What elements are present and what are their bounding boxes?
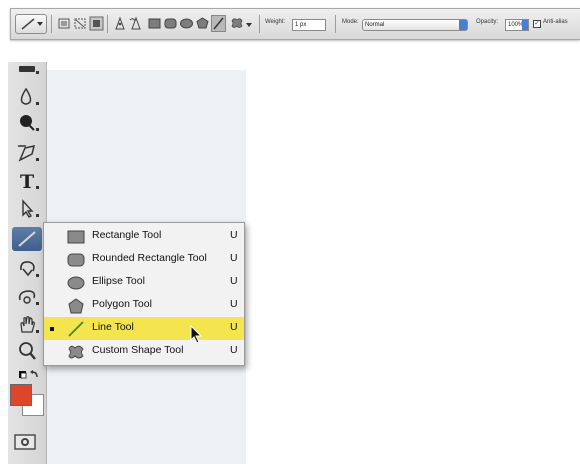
menu-item-rounded-rectangle-tool[interactable]: Rounded Rectangle Tool U <box>44 248 244 271</box>
menu-item-shortcut: U <box>230 344 238 356</box>
rectangle-icon <box>66 228 86 246</box>
polygon-icon <box>66 297 86 315</box>
paths-icon[interactable] <box>73 15 88 32</box>
antialias-checkbox[interactable]: ✓ <box>533 20 541 28</box>
ellipse-icon[interactable] <box>179 15 194 32</box>
svg-text:T: T <box>20 171 34 192</box>
type-icon[interactable]: T <box>16 170 42 192</box>
polygon-icon[interactable] <box>195 15 210 32</box>
tool-preset-picker[interactable] <box>15 14 47 34</box>
menu-item-custom-shape-tool[interactable]: Custom Shape Tool U <box>44 340 244 363</box>
blur-icon[interactable] <box>16 86 42 108</box>
custom-shape-icon <box>66 343 86 361</box>
rounded-rectangle-icon <box>66 251 86 269</box>
menu-item-polygon-tool[interactable]: Polygon Tool U <box>44 294 244 317</box>
path-selection-icon[interactable] <box>16 198 42 220</box>
mode-label: Mode: <box>342 19 359 25</box>
default-colors-icon[interactable] <box>16 368 42 384</box>
menu-item-label: Line Tool <box>92 321 134 333</box>
divider <box>259 15 260 33</box>
menu-item-label: Custom Shape Tool <box>92 344 184 356</box>
shape-layers-icon[interactable] <box>57 15 72 32</box>
chevron-down-icon <box>459 20 467 30</box>
custom-shape-icon[interactable] <box>229 15 244 32</box>
line-icon <box>21 18 35 30</box>
freeform-pen-icon[interactable] <box>129 15 144 32</box>
fill-pixels-icon[interactable] <box>89 15 104 32</box>
brush-icon[interactable] <box>16 62 42 76</box>
tools-panel: T <box>8 62 47 464</box>
line-icon[interactable] <box>211 15 226 32</box>
weight-input[interactable]: 1 px <box>292 19 326 31</box>
rectangle-icon[interactable] <box>147 15 162 32</box>
menu-item-line-tool[interactable]: Line Tool U <box>44 317 244 340</box>
mode-select[interactable]: Normal <box>362 19 468 31</box>
3d-rotate-icon[interactable] <box>16 258 42 280</box>
pen-icon[interactable] <box>16 142 42 164</box>
zoom-icon[interactable] <box>16 340 42 362</box>
hand-icon[interactable] <box>16 314 42 336</box>
menu-item-label: Ellipse Tool <box>92 275 145 287</box>
divider <box>335 15 336 33</box>
menu-item-label: Rounded Rectangle Tool <box>92 252 207 264</box>
chevron-right-icon <box>522 20 528 30</box>
menu-item-shortcut: U <box>230 275 238 287</box>
quick-mask-icon[interactable] <box>14 434 36 450</box>
divider <box>51 15 52 33</box>
menu-item-shortcut: U <box>230 252 238 264</box>
antialias-label: Anti-alias <box>543 19 568 25</box>
options-bar: Weight: 1 px Mode: Normal Opacity: 100% … <box>10 8 580 40</box>
dodge-icon[interactable] <box>16 112 42 134</box>
menu-item-shortcut: U <box>230 321 238 333</box>
selected-bullet-icon <box>50 327 54 331</box>
opacity-input[interactable]: 100% <box>505 19 529 31</box>
pen-icon[interactable] <box>113 15 128 32</box>
opacity-label: Opacity: <box>476 19 499 25</box>
divider <box>107 15 108 33</box>
line-icon[interactable] <box>12 227 42 251</box>
menu-item-rectangle-tool[interactable]: Rectangle Tool U <box>44 225 244 248</box>
foreground-color-swatch[interactable] <box>10 384 32 406</box>
chevron-down-icon <box>37 22 43 26</box>
ellipse-icon <box>66 274 86 292</box>
line-icon <box>66 320 86 338</box>
mouse-cursor-icon <box>190 325 203 344</box>
weight-label: Weight: <box>265 19 286 25</box>
menu-item-shortcut: U <box>230 229 238 241</box>
menu-item-label: Rectangle Tool <box>92 229 162 241</box>
shape-tools-flyout: Rectangle Tool U Rounded Rectangle Tool … <box>43 222 245 366</box>
3d-orbit-icon[interactable] <box>16 286 42 308</box>
chevron-down-icon[interactable] <box>245 15 253 32</box>
menu-item-ellipse-tool[interactable]: Ellipse Tool U <box>44 271 244 294</box>
menu-item-label: Polygon Tool <box>92 298 152 310</box>
mode-select-value: Normal <box>365 22 385 28</box>
menu-item-shortcut: U <box>230 298 238 310</box>
rounded-rectangle-icon[interactable] <box>163 15 178 32</box>
